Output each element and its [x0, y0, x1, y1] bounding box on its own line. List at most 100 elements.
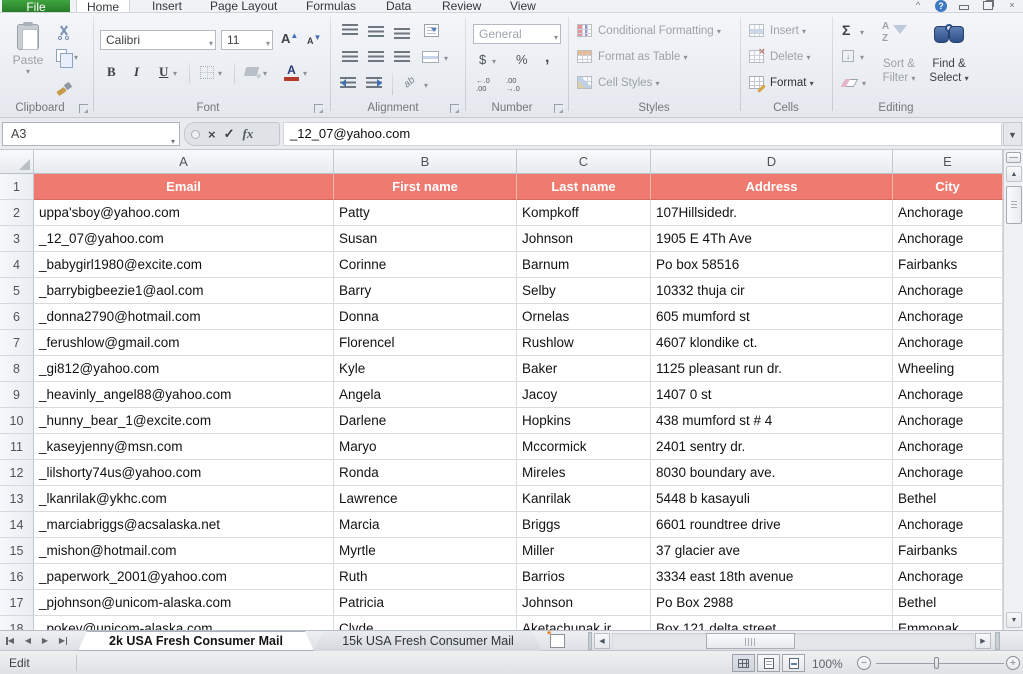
align-center-icon[interactable]	[368, 51, 384, 62]
cell-C18[interactable]: Aketachunak jr	[517, 616, 651, 630]
cell-styles-icon[interactable]	[577, 76, 592, 89]
cell-D2[interactable]: 107Hillsidedr.	[651, 200, 893, 226]
cell-B14[interactable]: Marcia	[334, 512, 517, 538]
cell-A14[interactable]: _marciabriggs@acsalaska.net	[34, 512, 334, 538]
cell-A9[interactable]: _heavinly_angel88@yahoo.com	[34, 382, 334, 408]
format-as-table-label[interactable]: Format as Table ▾	[598, 50, 687, 65]
cell-B15[interactable]: Myrtle	[334, 538, 517, 564]
cell-D14[interactable]: 6601 roundtree drive	[651, 512, 893, 538]
merge-center-icon[interactable]	[422, 51, 439, 63]
cell-C13[interactable]: Kanrilak	[517, 486, 651, 512]
cell-D7[interactable]: 4607 klondike ct.	[651, 330, 893, 356]
cell-A3[interactable]: _12_07@yahoo.com	[34, 226, 334, 252]
clipboard-dialog-launcher-icon[interactable]	[79, 104, 88, 113]
cell-A6[interactable]: _donna2790@hotmail.com	[34, 304, 334, 330]
sort-filter-label-2[interactable]: Filter ▾	[876, 71, 922, 86]
cell-styles-label[interactable]: Cell Styles ▾	[598, 76, 660, 91]
row-header-12[interactable]: 12	[0, 460, 34, 486]
cell-A12[interactable]: _lilshorty74us@yahoo.com	[34, 460, 334, 486]
middle-align-icon[interactable]	[368, 26, 384, 37]
confirm-entry-icon[interactable]: ✓	[224, 126, 235, 142]
vertical-scrollbar[interactable]: ▲ ▼	[1003, 150, 1023, 630]
vertical-scroll-thumb[interactable]	[1006, 186, 1022, 224]
cell-E8[interactable]: Wheeling	[893, 356, 1003, 382]
cell-A5[interactable]: _barrybigbeezie1@aol.com	[34, 278, 334, 304]
cell-B4[interactable]: Corinne	[334, 252, 517, 278]
tab-review[interactable]: Review	[432, 0, 491, 13]
row-header-16[interactable]: 16	[0, 564, 34, 590]
row-header-17[interactable]: 17	[0, 590, 34, 616]
decrease-decimal-icon[interactable]: .00 →.0	[506, 77, 520, 93]
table-header-cell-last-name[interactable]: Last name	[517, 174, 651, 200]
cell-C4[interactable]: Barnum	[517, 252, 651, 278]
percent-style-icon[interactable]: %	[516, 52, 528, 67]
font-family-caret-icon[interactable]: ▾	[209, 35, 213, 53]
accounting-caret-icon[interactable]: ▾	[492, 57, 496, 66]
cell-E12[interactable]: Anchorage	[893, 460, 1003, 486]
cell-B18[interactable]: Clyde	[334, 616, 517, 630]
format-cells-icon[interactable]	[749, 76, 764, 89]
row-header-8[interactable]: 8	[0, 356, 34, 382]
horizontal-scrollbar[interactable]	[612, 633, 974, 649]
comma-style-icon[interactable]: ,	[545, 49, 549, 67]
number-dialog-launcher-icon[interactable]	[554, 104, 563, 113]
page-layout-view-button[interactable]	[757, 654, 780, 672]
cell-A18[interactable]: _pokey@unicom-alaska.com	[34, 616, 334, 630]
conditional-formatting-label[interactable]: Conditional Formatting ▾	[598, 24, 721, 39]
merge-center-caret-icon[interactable]: ▾	[444, 54, 448, 63]
cell-B8[interactable]: Kyle	[334, 356, 517, 382]
cell-D3[interactable]: 1905 E 4Th Ave	[651, 226, 893, 252]
table-header-cell-address[interactable]: Address	[651, 174, 893, 200]
cell-B10[interactable]: Darlene	[334, 408, 517, 434]
tab-data[interactable]: Data	[376, 0, 421, 13]
font-size-combo[interactable]: 11 ▾	[221, 30, 273, 50]
minimize-window-icon[interactable]	[957, 0, 971, 10]
copy-caret-icon[interactable]: ▾	[74, 53, 78, 62]
bold-button[interactable]: B	[107, 64, 116, 80]
row-header-18[interactable]: 18	[0, 616, 34, 630]
help-icon[interactable]: ?	[935, 0, 947, 12]
cell-C10[interactable]: Hopkins	[517, 408, 651, 434]
clear-caret-icon[interactable]: ▾	[862, 79, 866, 88]
cell-C8[interactable]: Baker	[517, 356, 651, 382]
conditional-formatting-icon[interactable]	[577, 24, 592, 37]
prev-sheet-icon[interactable]: ◀	[20, 633, 36, 649]
zoom-out-icon[interactable]: −	[857, 656, 871, 670]
cell-E4[interactable]: Fairbanks	[893, 252, 1003, 278]
font-dialog-launcher-icon[interactable]	[314, 104, 323, 113]
cell-E17[interactable]: Bethel	[893, 590, 1003, 616]
select-all-corner[interactable]	[0, 150, 34, 174]
font-size-caret-icon[interactable]: ▾	[266, 35, 270, 53]
increase-indent-icon[interactable]	[366, 77, 382, 88]
cell-B13[interactable]: Lawrence	[334, 486, 517, 512]
cell-C16[interactable]: Barrios	[517, 564, 651, 590]
row-header-15[interactable]: 15	[0, 538, 34, 564]
row-header-7[interactable]: 7	[0, 330, 34, 356]
row-header-5[interactable]: 5	[0, 278, 34, 304]
cell-E14[interactable]: Anchorage	[893, 512, 1003, 538]
grow-font-button[interactable]: A▲	[281, 31, 298, 46]
cell-B12[interactable]: Ronda	[334, 460, 517, 486]
insert-cells-icon[interactable]	[749, 24, 764, 37]
hscroll-left-icon[interactable]: ◀	[594, 633, 610, 649]
cell-A2[interactable]: uppa'sboy@yahoo.com	[34, 200, 334, 226]
paste-button[interactable]: Paste ▾	[6, 22, 50, 98]
column-header-B[interactable]: B	[334, 150, 517, 174]
borders-icon[interactable]	[200, 66, 214, 79]
zoom-in-icon[interactable]: +	[1006, 656, 1020, 670]
cell-B3[interactable]: Susan	[334, 226, 517, 252]
find-select-label-1[interactable]: Find &	[926, 57, 972, 71]
align-right-icon[interactable]	[394, 51, 410, 62]
cell-E7[interactable]: Anchorage	[893, 330, 1003, 356]
cell-D6[interactable]: 605 mumford st	[651, 304, 893, 330]
insert-cells-label[interactable]: Insert ▾	[770, 24, 806, 39]
cell-B11[interactable]: Maryo	[334, 434, 517, 460]
cancel-entry-icon[interactable]: ×	[208, 127, 216, 142]
last-sheet-icon[interactable]: ▶	[54, 633, 70, 649]
cell-E10[interactable]: Anchorage	[893, 408, 1003, 434]
cell-C5[interactable]: Selby	[517, 278, 651, 304]
cell-B5[interactable]: Barry	[334, 278, 517, 304]
cut-icon[interactable]	[56, 25, 71, 40]
cell-A17[interactable]: _pjohnson@unicom-alaska.com	[34, 590, 334, 616]
close-window-icon[interactable]: ×	[1005, 0, 1019, 10]
